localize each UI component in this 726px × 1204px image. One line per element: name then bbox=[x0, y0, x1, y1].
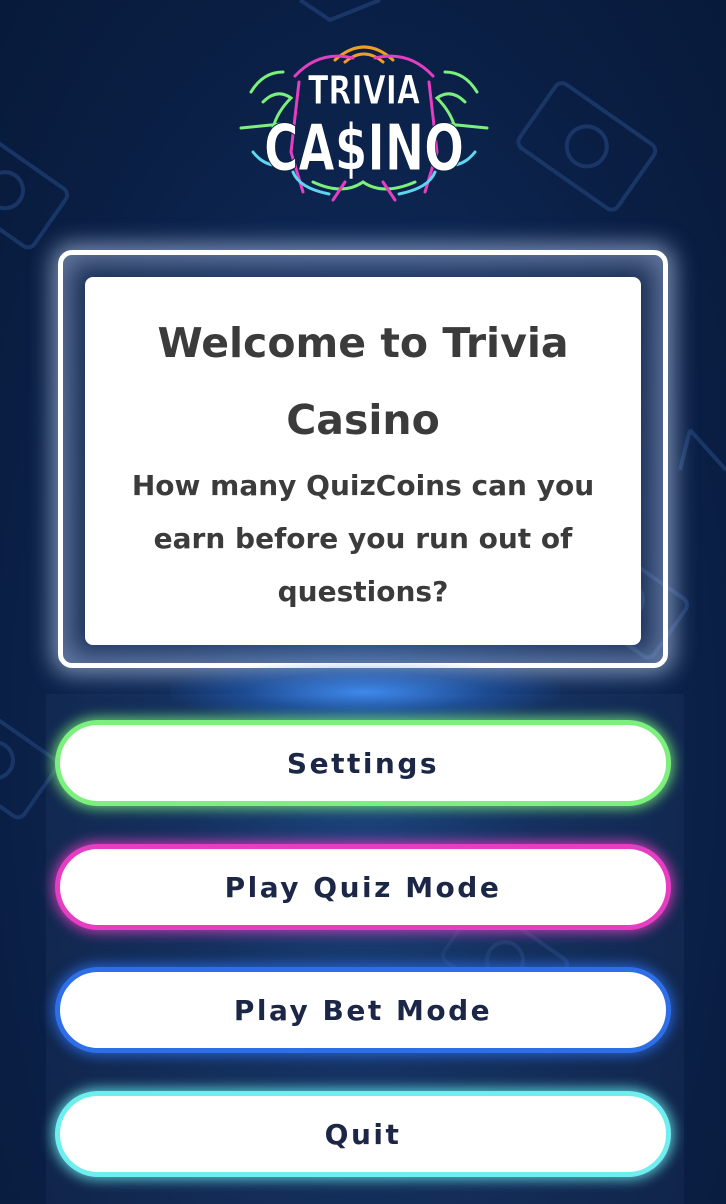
card-shape-icon bbox=[678, 428, 726, 472]
logo-line-1: TRIVIA bbox=[308, 68, 420, 114]
welcome-frame: Welcome to Trivia Casino How many QuizCo… bbox=[58, 250, 668, 668]
trivia-casino-logo: TRIVIA CA$INO bbox=[233, 32, 495, 212]
logo-graphic: TRIVIA CA$INO bbox=[239, 45, 489, 202]
money-bill-icon bbox=[0, 131, 69, 250]
center-glow bbox=[170, 662, 560, 722]
welcome-subtitle: How many QuizCoins can you earn before y… bbox=[131, 468, 595, 608]
quit-button[interactable]: Quit bbox=[55, 1091, 671, 1177]
play-quiz-mode-button[interactable]: Play Quiz Mode bbox=[55, 844, 671, 930]
play-bet-mode-label: Play Bet Mode bbox=[233, 993, 493, 1027]
card-shape-icon bbox=[298, 0, 381, 23]
quit-button-label: Quit bbox=[324, 1117, 402, 1151]
welcome-title: Welcome to Trivia Casino bbox=[157, 318, 569, 444]
welcome-card: Welcome to Trivia Casino How many QuizCo… bbox=[85, 277, 641, 645]
settings-button[interactable]: Settings bbox=[55, 720, 671, 806]
logo-line-2: CA$INO bbox=[264, 112, 464, 186]
settings-button-label: Settings bbox=[286, 746, 440, 780]
play-quiz-mode-label: Play Quiz Mode bbox=[224, 870, 502, 904]
play-bet-mode-button[interactable]: Play Bet Mode bbox=[55, 967, 671, 1053]
money-bill-icon bbox=[516, 81, 658, 212]
